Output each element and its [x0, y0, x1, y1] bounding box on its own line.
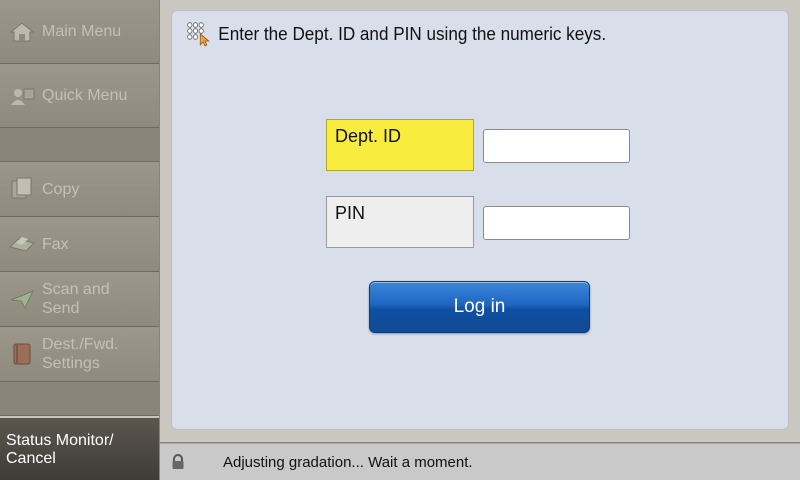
book-icon — [8, 342, 36, 366]
login-panel: Enter the Dept. ID and PIN using the num… — [171, 10, 789, 430]
status-monitor-cancel-button[interactable]: Status Monitor/ Cancel — [0, 416, 159, 480]
instruction-text: Enter the Dept. ID and PIN using the num… — [218, 23, 607, 44]
quick-menu-label: Quick Menu — [42, 87, 128, 104]
quick-menu-button[interactable]: Quick Menu — [0, 64, 159, 128]
sidebar-spacer-bottom — [0, 382, 159, 416]
scan-and-send-label: Scan and Send — [42, 281, 110, 317]
scan-and-send-button[interactable]: Scan and Send — [0, 272, 159, 327]
log-in-button[interactable]: Log in — [369, 281, 590, 333]
copy-button[interactable]: Copy — [0, 162, 159, 217]
paper-plane-icon — [8, 287, 36, 311]
sidebar-spacer — [0, 128, 159, 162]
dept-id-label-text: Dept. ID — [335, 126, 402, 146]
fax-label: Fax — [42, 235, 69, 253]
status-message: Adjusting gradation... Wait a moment. — [223, 453, 473, 471]
dest-fwd-settings-label: Dest./Fwd. Settings — [42, 336, 119, 372]
copy-icon — [8, 177, 36, 201]
fax-button[interactable]: Fax — [0, 217, 159, 272]
pin-label-text: PIN — [335, 203, 366, 223]
home-icon — [8, 20, 36, 44]
status-monitor-cancel-label: Status Monitor/ Cancel — [6, 432, 114, 467]
log-in-label: Log in — [453, 296, 506, 317]
lock-icon — [170, 454, 186, 470]
main-area: Enter the Dept. ID and PIN using the num… — [160, 0, 800, 442]
instruction-row: Enter the Dept. ID and PIN using the num… — [186, 21, 606, 47]
fax-icon — [8, 232, 36, 256]
sidebar: Main Menu Quick Menu Copy Fax Scan and S… — [0, 0, 159, 480]
dept-id-field[interactable] — [483, 129, 630, 163]
users-icon — [8, 84, 36, 108]
pin-field[interactable] — [483, 206, 630, 240]
pin-label[interactable]: PIN — [326, 196, 474, 248]
main-menu-label: Main Menu — [42, 23, 122, 40]
dest-fwd-settings-button[interactable]: Dest./Fwd. Settings — [0, 327, 159, 382]
keypad-icon — [186, 21, 211, 47]
status-bar: Adjusting gradation... Wait a moment. — [160, 443, 800, 480]
copy-label: Copy — [42, 180, 80, 198]
main-menu-button[interactable]: Main Menu — [0, 0, 159, 64]
dept-id-label[interactable]: Dept. ID — [326, 119, 474, 171]
